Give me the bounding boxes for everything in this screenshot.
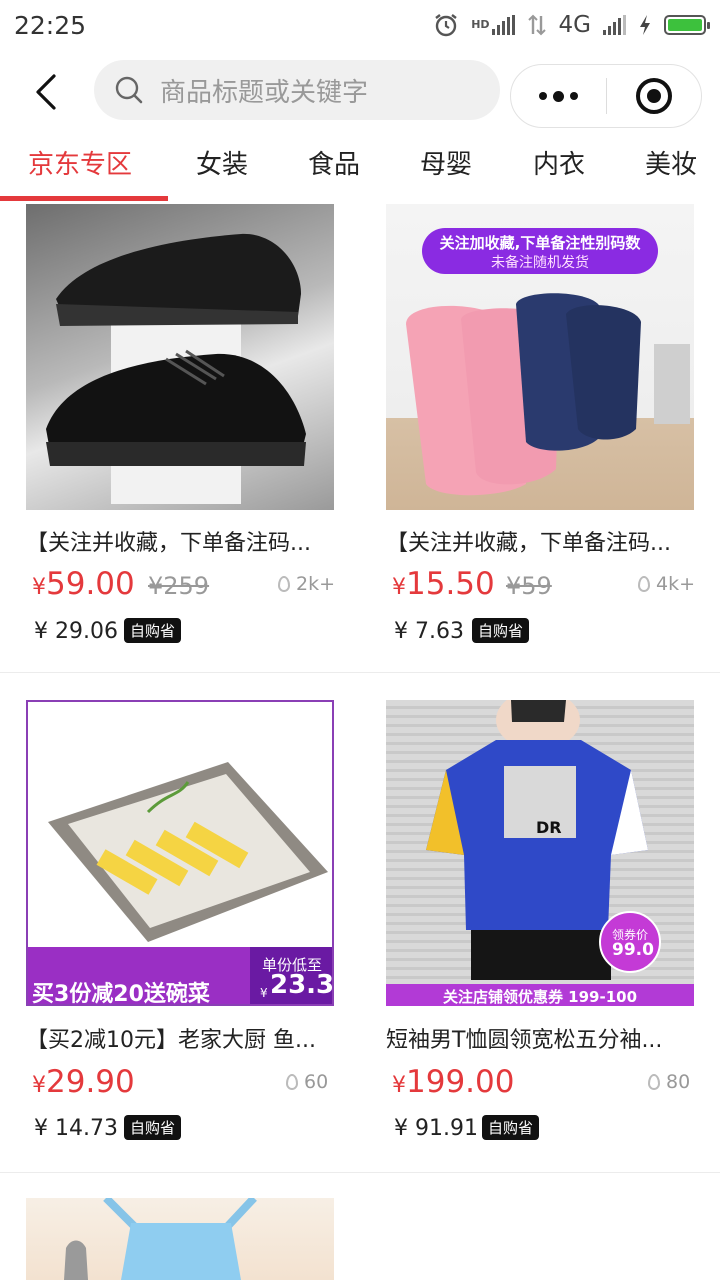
charging-icon bbox=[640, 15, 650, 35]
search-icon bbox=[115, 76, 143, 104]
self-buy-save-badge: 自购省 bbox=[124, 618, 182, 643]
close-miniapp-button[interactable] bbox=[607, 65, 701, 127]
product-image[interactable]: DR 领券价 99.0 关注店铺领优惠券 199-100 bbox=[386, 700, 694, 1006]
status-icons: HD 4G bbox=[433, 12, 710, 38]
target-icon bbox=[636, 78, 672, 114]
product-price: ¥199.00 bbox=[392, 1064, 515, 1100]
back-arrow-icon[interactable] bbox=[30, 70, 70, 114]
alarm-icon bbox=[435, 14, 457, 37]
promo-price: 23.3 bbox=[270, 970, 334, 1000]
search-bar[interactable]: 商品标题或关键字 bbox=[94, 60, 500, 120]
network-type: 4G bbox=[558, 12, 591, 38]
self-buy-save-badge: 自购省 bbox=[124, 1115, 182, 1140]
original-price: ¥59 bbox=[506, 572, 552, 600]
coupon-price: 99.0 bbox=[612, 940, 654, 960]
flame-icon bbox=[648, 1074, 660, 1090]
flame-icon bbox=[638, 576, 650, 592]
promo-banner-line1: 关注加收藏,下单备注性别码数 bbox=[439, 234, 641, 252]
save-amount: ¥ 14.73 bbox=[34, 1116, 118, 1141]
nav-bar: 商品标题或关键字 bbox=[0, 56, 720, 132]
product-image[interactable]: 买3份减20送碗菜 单份低至 ¥ 23.3 bbox=[26, 700, 334, 1006]
tab-food[interactable]: 食品 bbox=[308, 144, 360, 181]
save-amount: ¥ 7.63 bbox=[394, 619, 464, 644]
search-input[interactable]: 商品标题或关键字 bbox=[160, 72, 368, 109]
tab-underwear[interactable]: 内衣 bbox=[533, 144, 585, 181]
tab-mother-baby[interactable]: 母婴 bbox=[420, 144, 472, 181]
active-tab-indicator bbox=[0, 196, 168, 201]
original-price: ¥259 bbox=[148, 572, 210, 600]
tab-womens-wear[interactable]: 女装 bbox=[196, 144, 248, 181]
tab-jd-zone[interactable]: 京东专区 bbox=[28, 144, 132, 181]
battery-icon bbox=[664, 15, 710, 35]
hd-label: HD bbox=[471, 18, 490, 31]
promo-strip-text: 买3份减20送碗菜 bbox=[32, 982, 210, 1006]
category-tabs: 京东专区 女装 食品 母婴 内衣 美妆 bbox=[0, 136, 720, 202]
signal-2-icon bbox=[603, 15, 626, 35]
sales-count: 4k+ bbox=[638, 573, 695, 595]
sales-count: 60 bbox=[286, 1071, 328, 1093]
data-transfer-icon bbox=[527, 14, 546, 36]
apron-illustration bbox=[64, 1198, 257, 1280]
promo-currency: ¥ bbox=[260, 986, 268, 1000]
row-divider bbox=[0, 1172, 720, 1173]
sales-count: 2k+ bbox=[278, 573, 335, 595]
promo-strip-text: 关注店铺领优惠券 199-100 bbox=[442, 988, 638, 1006]
product-image[interactable] bbox=[26, 1198, 334, 1280]
save-amount: ¥ 29.06 bbox=[34, 619, 118, 644]
save-amount: ¥ 91.91 bbox=[394, 1116, 478, 1141]
product-price: ¥29.90 bbox=[32, 1064, 135, 1100]
row-divider bbox=[0, 672, 720, 673]
product-image[interactable] bbox=[26, 204, 334, 510]
more-menu-button[interactable] bbox=[511, 65, 606, 127]
shirt-print-text: DR bbox=[536, 818, 562, 837]
signal-icon bbox=[491, 15, 515, 35]
sales-count: 80 bbox=[648, 1071, 690, 1093]
status-time: 22:25 bbox=[14, 10, 87, 40]
product-title: 【关注并收藏，下单备注码... bbox=[386, 531, 671, 556]
product-price: ¥15.50 bbox=[392, 566, 495, 602]
flame-icon bbox=[278, 576, 290, 592]
product-title: 【关注并收藏，下单备注码... bbox=[26, 531, 311, 556]
status-bar: 22:25 HD 4G bbox=[0, 0, 720, 50]
self-buy-save-badge: 自购省 bbox=[472, 618, 530, 643]
promo-banner-line2: 未备注随机发货 bbox=[491, 255, 589, 271]
product-price: ¥59.00 bbox=[32, 566, 135, 602]
shoes-illustration bbox=[46, 233, 306, 504]
miniapp-capsule bbox=[510, 64, 702, 128]
product-title: 短袖男T恤圆领宽松五分袖... bbox=[386, 1028, 663, 1053]
product-image[interactable]: 关注加收藏,下单备注性别码数 未备注随机发货 bbox=[386, 204, 694, 510]
tshirt-illustration bbox=[386, 700, 694, 1006]
self-buy-save-badge: 自购省 bbox=[482, 1115, 540, 1140]
tab-beauty[interactable]: 美妆 bbox=[645, 144, 697, 181]
flame-icon bbox=[286, 1074, 298, 1090]
product-title: 【买2减10元】老家大厨 鱼... bbox=[26, 1028, 316, 1053]
